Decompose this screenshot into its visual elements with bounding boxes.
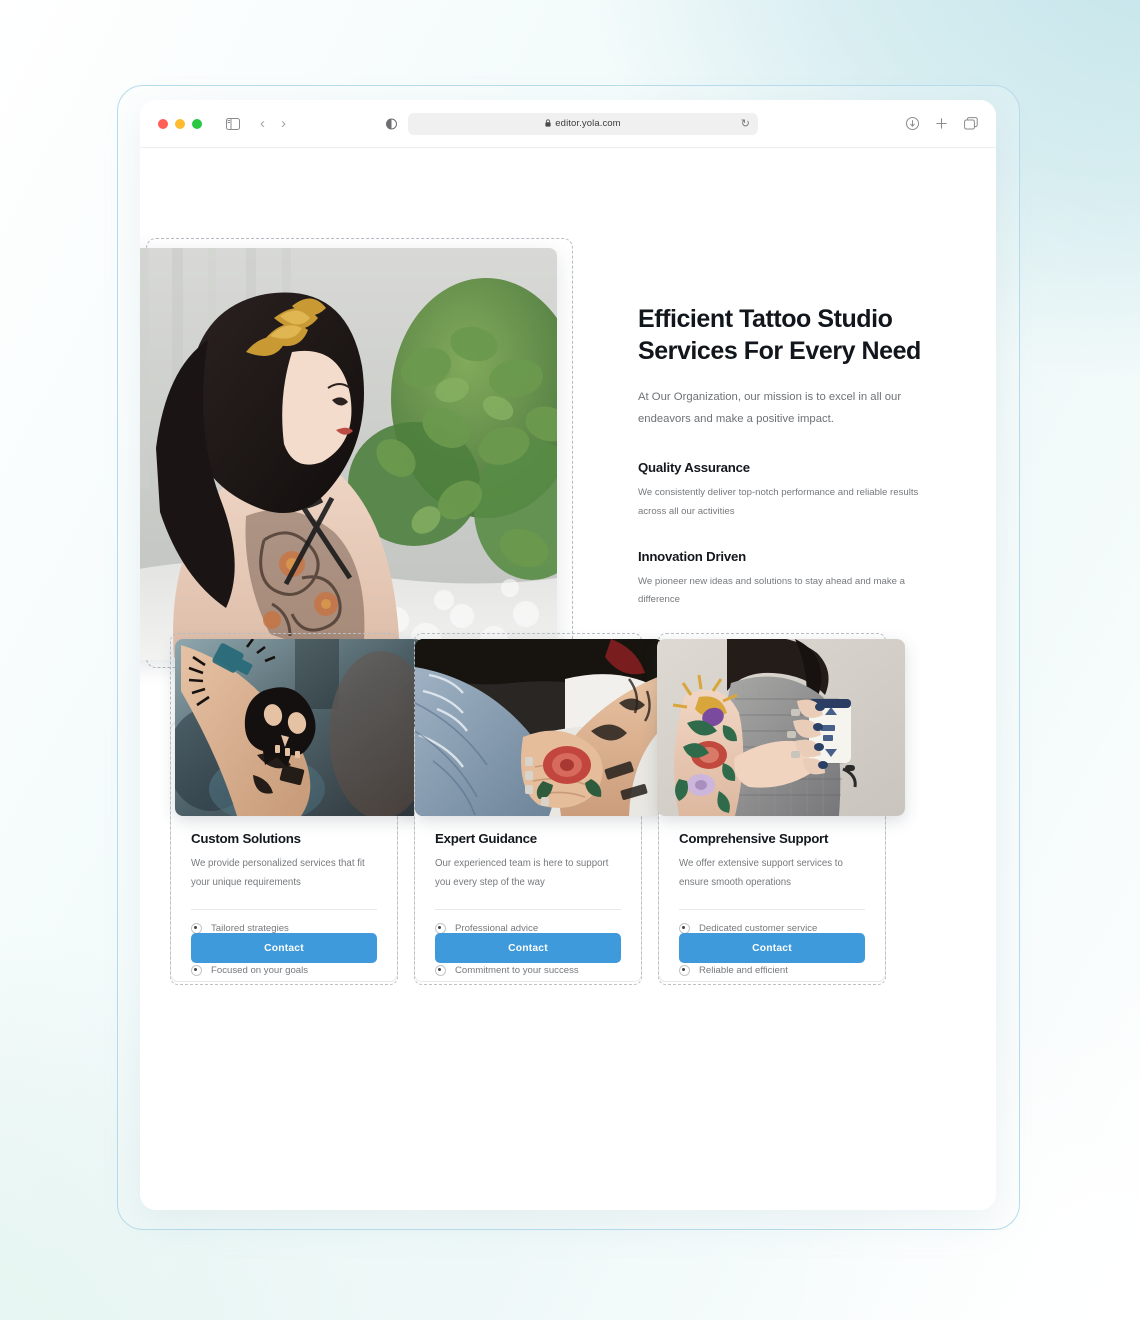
lock-icon	[545, 118, 551, 129]
traffic-lights	[158, 118, 202, 129]
back-button[interactable]: ‹	[260, 116, 265, 131]
card-title: Custom Solutions	[191, 831, 301, 846]
toolbar-right-icons	[906, 117, 978, 130]
address-bar-url: editor.yola.com	[555, 118, 621, 129]
card-image[interactable]	[175, 639, 423, 816]
list-item: Reliable and efficient	[679, 964, 865, 976]
close-window-button[interactable]	[158, 118, 168, 129]
maximize-window-button[interactable]	[192, 118, 202, 129]
address-bar-content: editor.yola.com	[545, 118, 621, 129]
list-item: Focused on your goals	[191, 964, 377, 976]
feature-title: Innovation Driven	[638, 548, 746, 564]
list-item-label: Focused on your goals	[211, 964, 309, 976]
navigation-arrows: ‹ ›	[260, 116, 286, 131]
list-item-label: Commitment to your success	[455, 964, 579, 976]
hero-subtitle: At Our Organization, our mission is to e…	[638, 391, 902, 425]
feature-block-quality-assurance: Quality Assurance We consistently delive…	[638, 460, 928, 521]
feature-title: Quality Assurance	[638, 460, 750, 476]
forward-button[interactable]: ›	[281, 116, 286, 131]
card-divider	[191, 908, 377, 910]
bullet-dot-icon	[679, 964, 690, 976]
card-divider	[679, 908, 865, 910]
card-image[interactable]	[657, 639, 905, 816]
card-title: Expert Guidance	[435, 831, 537, 846]
feature-body: We consistently deliver top-notch perfor…	[638, 487, 919, 518]
card-description: Our experienced team is here to support …	[435, 858, 609, 888]
sidebar-toggle-icon[interactable]	[226, 117, 240, 130]
address-bar[interactable]: editor.yola.com ↻	[408, 112, 758, 135]
download-icon[interactable]	[906, 117, 919, 130]
card-custom-solutions[interactable]: Custom Solutions We provide personalized…	[170, 633, 423, 985]
reload-icon[interactable]: ↻	[741, 117, 750, 130]
feature-block-innovation-driven: Innovation Driven We pioneer new ideas a…	[638, 549, 928, 610]
card-description: We offer extensive support services to e…	[679, 858, 843, 888]
card-expert-guidance[interactable]: Expert Guidance Our experienced team is …	[414, 633, 663, 985]
new-tab-icon[interactable]	[935, 117, 948, 130]
page-title: Efficient Tattoo Studio Services For Eve…	[638, 305, 921, 365]
list-item: Commitment to your success	[435, 964, 621, 976]
cards-row: Custom Solutions We provide personalized…	[170, 633, 905, 985]
card-divider	[435, 908, 621, 910]
hero-text-block: Efficient Tattoo Studio Services For Eve…	[638, 303, 928, 610]
contact-button[interactable]: Contact	[435, 933, 621, 963]
card-image[interactable]	[415, 639, 663, 816]
tab-overview-icon[interactable]	[964, 117, 978, 130]
reader-mode-icon[interactable]	[386, 118, 397, 130]
bullet-dot-icon	[435, 964, 446, 976]
contact-button[interactable]: Contact	[679, 933, 865, 963]
card-description: We provide personalized services that fi…	[191, 858, 365, 888]
minimize-window-button[interactable]	[175, 118, 185, 129]
hero-image[interactable]	[140, 248, 557, 660]
list-item-label: Reliable and efficient	[699, 964, 788, 976]
feature-body: We pioneer new ideas and solutions to st…	[638, 575, 906, 606]
browser-toolbar: ‹ › editor.yola.com ↻	[140, 100, 996, 148]
card-title: Comprehensive Support	[679, 831, 829, 846]
browser-window: ‹ › editor.yola.com ↻ Efficient Tattoo S…	[140, 100, 996, 1210]
card-comprehensive-support[interactable]: Comprehensive Support We offer extensive…	[657, 633, 905, 985]
contact-button[interactable]: Contact	[191, 933, 377, 963]
bullet-dot-icon	[191, 964, 202, 976]
site-canvas: Efficient Tattoo Studio Services For Eve…	[140, 148, 996, 1210]
